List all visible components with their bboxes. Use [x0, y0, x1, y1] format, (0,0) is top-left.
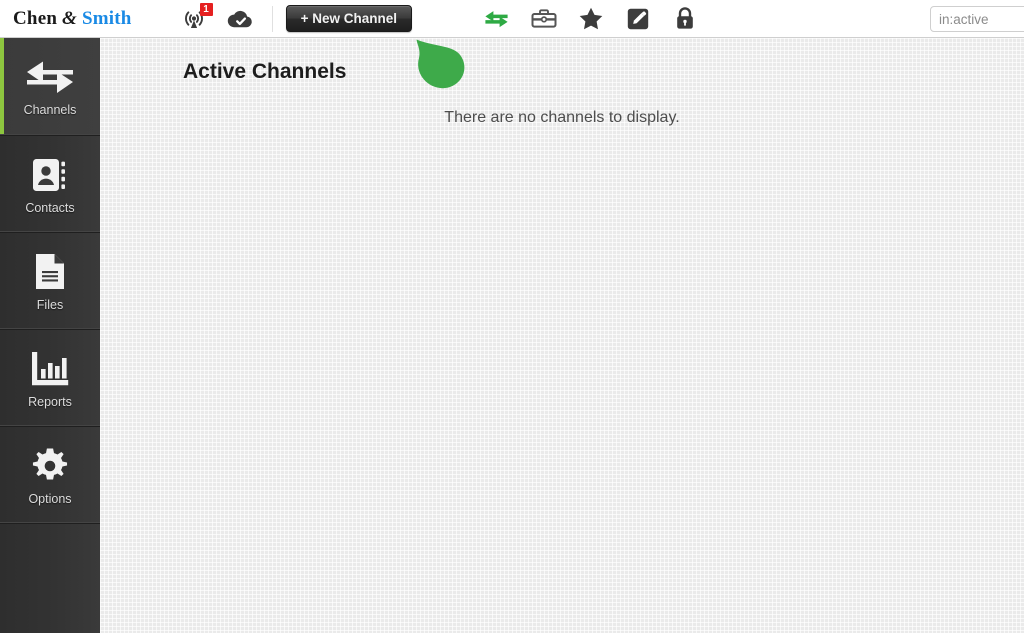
sidebar-item-label: Files [36, 297, 64, 312]
sidebar-item-label: Reports [28, 394, 72, 409]
search-input[interactable] [930, 6, 1024, 32]
lock-icon [677, 7, 693, 29]
cloud-check-icon [227, 10, 252, 27]
search-field-wrapper [930, 6, 1024, 32]
bar-chart-icon [32, 352, 69, 386]
lock-icon-button[interactable] [672, 6, 698, 32]
sidebar-reports-icon-wrap [29, 347, 71, 391]
sidebar-item-files[interactable]: Files [0, 232, 100, 329]
header-divider [271, 5, 273, 32]
sidebar-item-label: Options [28, 491, 72, 506]
sidebar-empty-space [0, 523, 100, 633]
new-channel-button[interactable]: + New Channel [285, 5, 412, 32]
exchange-arrows-icon [27, 61, 73, 93]
app-logo[interactable]: Chen & Smith [13, 9, 132, 28]
cursor-pointer-blob [416, 39, 465, 89]
header-toolbar-icon-group [484, 6, 698, 32]
logo-text-second: Smith [81, 8, 132, 29]
toolbox-icon [531, 8, 557, 28]
logo-text-ampersand: & [62, 8, 78, 29]
exchange-arrows-icon [485, 10, 509, 27]
header-left-icon-group: 1 [181, 2, 253, 32]
address-book-icon [33, 158, 65, 191]
pencil-square-icon [627, 8, 649, 29]
notification-badge: 1 [199, 2, 213, 16]
sidebar-item-channels[interactable]: Channels [0, 38, 100, 135]
sidebar-item-contacts[interactable]: Contacts [0, 135, 100, 232]
sidebar-item-reports[interactable]: Reports [0, 329, 100, 426]
top-header-bar: Chen & Smith 1 + New Channel in:active [0, 0, 1024, 38]
sidebar-channels-icon-wrap [25, 55, 75, 99]
sidebar-item-options[interactable]: Options [0, 426, 100, 523]
star-icon [579, 7, 603, 30]
gear-icon [32, 448, 68, 479]
empty-state-message: There are no channels to display. [444, 109, 680, 126]
sidebar-files-icon-wrap [34, 250, 66, 294]
star-icon-button[interactable] [578, 6, 604, 32]
toolbox-icon-button[interactable] [531, 6, 557, 32]
document-icon [36, 254, 64, 289]
cloud-check-icon-button[interactable] [227, 6, 253, 32]
sidebar-options-icon-wrap [31, 444, 69, 488]
exchange-arrows-icon-button[interactable] [484, 6, 510, 32]
sidebar-item-label: Contacts [25, 200, 75, 215]
pencil-square-icon-button[interactable] [625, 6, 651, 32]
app-window: Chen & Smith 1 + New Channel in:active C… [0, 0, 1024, 633]
sidebar-contacts-icon-wrap [31, 153, 69, 197]
page-title: Active Channels [183, 60, 347, 83]
broadcast-icon-button[interactable]: 1 [181, 2, 213, 32]
sidebar-item-label: Channels [23, 103, 77, 117]
left-sidebar: Channels Contacts Files Reports Options [0, 38, 100, 633]
logo-text-first: Chen [13, 8, 58, 29]
main-content-area: Active Channels There are no channels to… [100, 38, 1024, 633]
